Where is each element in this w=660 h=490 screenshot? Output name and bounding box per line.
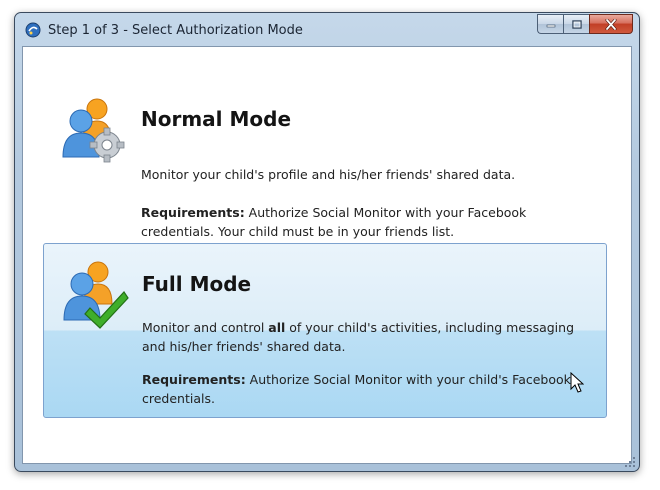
- normal-mode-requirements: Requirements: Authorize Social Monitor w…: [141, 203, 591, 241]
- normal-mode-option[interactable]: Normal Mode Monitor your child's profile…: [43, 85, 607, 245]
- mouse-cursor-icon: [570, 372, 584, 393]
- users-gear-icon: [62, 98, 125, 163]
- app-icon: [25, 22, 41, 38]
- close-button[interactable]: [589, 14, 633, 34]
- full-mode-title: Full Mode: [142, 272, 252, 296]
- title-bar[interactable]: Step 1 of 3 - Select Authorization Mode: [15, 13, 639, 47]
- caption-buttons: [537, 14, 633, 36]
- dialog-content: Normal Mode Monitor your child's profile…: [22, 46, 632, 464]
- dialog-window: Step 1 of 3 - Select Authorization Mode: [14, 12, 640, 472]
- full-desc-pre: Monitor and control: [142, 320, 269, 335]
- users-checkmark-icon: [63, 261, 129, 329]
- requirements-label: Requirements:: [142, 372, 246, 387]
- maximize-icon: [571, 19, 582, 29]
- resize-grip-icon[interactable]: [624, 456, 636, 468]
- normal-mode-description: Monitor your child's profile and his/her…: [141, 167, 516, 182]
- full-desc-bold: all: [268, 320, 286, 335]
- window-title: Step 1 of 3 - Select Authorization Mode: [48, 23, 303, 38]
- close-icon: [605, 18, 617, 30]
- maximize-button[interactable]: [563, 14, 589, 34]
- minimize-icon: [546, 24, 555, 28]
- full-mode-option[interactable]: Full Mode Monitor and control all of you…: [43, 243, 607, 418]
- full-mode-description: Monitor and control all of your child's …: [142, 318, 592, 356]
- minimize-button[interactable]: [537, 14, 563, 34]
- full-mode-requirements: Requirements: Authorize Social Monitor w…: [142, 370, 592, 408]
- requirements-label: Requirements:: [141, 205, 245, 220]
- normal-mode-title: Normal Mode: [141, 107, 292, 131]
